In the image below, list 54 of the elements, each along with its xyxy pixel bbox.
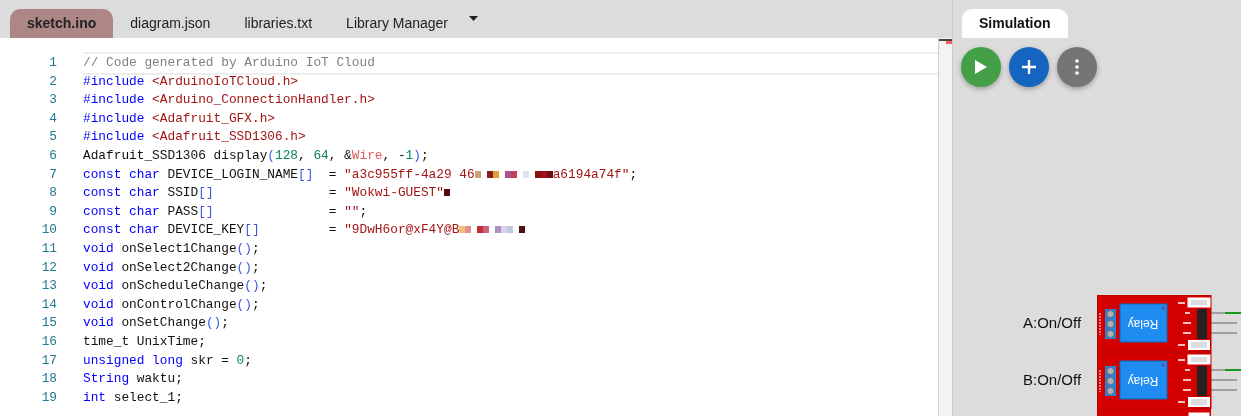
line-number: 10 xyxy=(40,221,57,240)
code-line: String waktu; xyxy=(83,371,183,387)
line-number: 8 xyxy=(48,184,57,203)
line-number: 9 xyxy=(48,202,57,221)
code-line: void onSelect2Change(); xyxy=(83,259,260,275)
line-number: 5 xyxy=(48,128,57,147)
line-number: 11 xyxy=(40,239,57,258)
file-tab[interactable]: libraries.txt xyxy=(227,9,330,38)
code-line: unsigned long skr = 0; xyxy=(83,352,252,368)
code-line: const char SSID[] = "Wokwi-GUEST" xyxy=(83,185,450,201)
line-number: 14 xyxy=(40,295,57,314)
add-part-button[interactable] xyxy=(1009,47,1049,87)
more-options-button[interactable] xyxy=(1057,47,1097,87)
line-number: 4 xyxy=(48,109,57,128)
start-simulation-button[interactable] xyxy=(961,47,1001,87)
code-line: #include <Adafruit_SSD1306.h> xyxy=(83,129,306,145)
line-number: 17 xyxy=(40,351,57,370)
play-icon xyxy=(974,59,988,75)
code-line: const char DEVICE_LOGIN_NAME[] = "a3c955ff-4a29 46 a6194a74f"; xyxy=(83,166,638,182)
part-label: B:On/Off xyxy=(1023,370,1082,391)
more-icon xyxy=(1075,59,1079,75)
file-tab[interactable]: sketch.ino xyxy=(10,9,114,38)
file-tab[interactable]: Library Manager xyxy=(329,9,466,38)
part-label: A:On/Off xyxy=(1023,313,1082,334)
line-number: 19 xyxy=(40,388,57,407)
code-line: #include <Arduino_ConnectionHandler.h> xyxy=(83,92,375,108)
relay-module-drawing: Relay xyxy=(1097,352,1241,409)
relay-module-drawing: Relay xyxy=(1097,295,1241,352)
line-number: 15 xyxy=(40,314,57,333)
file-tab[interactable]: diagram.json xyxy=(113,9,228,38)
line-number: 18 xyxy=(40,370,57,389)
line-number: 7 xyxy=(48,165,57,184)
code-line: const char PASS[] = ""; xyxy=(83,203,368,219)
line-number: 2 xyxy=(48,72,57,91)
line-number: 6 xyxy=(48,146,57,165)
code-line: #include <ArduinoIoTCloud.h> xyxy=(83,73,299,89)
simulation-tab[interactable]: Simulation xyxy=(962,9,1068,38)
code-line: // Code generated by Arduino IoT Cloud xyxy=(83,55,375,70)
code-line: #include <Adafruit_GFX.h> xyxy=(83,110,275,126)
plus-icon xyxy=(1021,59,1037,75)
code-line: void onSetChange(); xyxy=(83,315,229,331)
code-line: time_t UnixTime; xyxy=(83,333,206,349)
code-line: void onScheduleChange(); xyxy=(83,278,268,294)
dropdown-caret-icon[interactable] xyxy=(469,16,479,21)
code-line: void onSelect1Change(); xyxy=(83,240,260,256)
code-line: const char DEVICE_KEY[] = "9DwH6or@xF4Y@B xyxy=(83,222,526,238)
line-number: 3 xyxy=(48,91,57,110)
line-number: 12 xyxy=(40,258,57,277)
line-number: 16 xyxy=(40,332,57,351)
line-number: 1 xyxy=(48,54,57,72)
code-line: Adafruit_SSD1306 display(128, 64, &Wire, -1); xyxy=(83,147,429,163)
line-number: 13 xyxy=(40,277,57,296)
code-line: int select_1; xyxy=(83,389,183,405)
code-line: void onControlChange(); xyxy=(83,296,260,312)
